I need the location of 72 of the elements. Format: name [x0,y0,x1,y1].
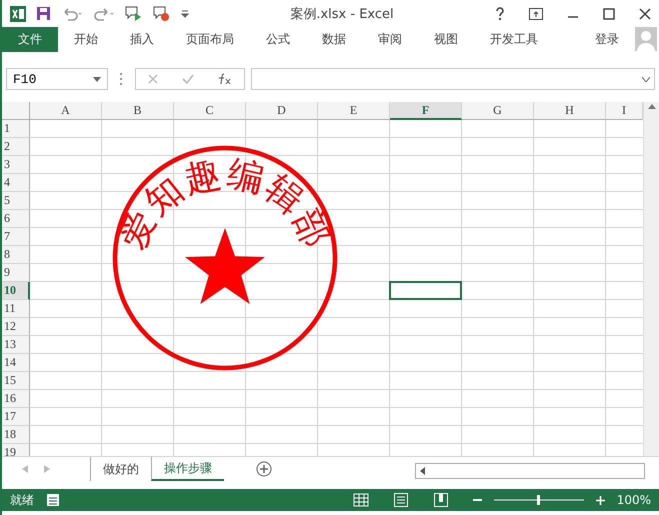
row-header[interactable]: 3 [2,156,30,174]
zoom-slider-icon[interactable] [494,495,584,505]
column-header[interactable]: C [174,102,246,120]
ribbon-tab[interactable]: 页面布局 [170,27,250,52]
vertical-scrollbar[interactable] [643,102,659,456]
excel-logo-icon[interactable] [10,6,26,22]
ribbon-tab[interactable]: 插入 [114,27,170,52]
ribbon-tab[interactable]: 公式 [250,27,306,52]
row-header[interactable]: 1 [2,120,30,138]
column-header[interactable]: G [462,102,534,120]
sheet-tab[interactable]: 操作步骤 [151,457,224,481]
formula-field[interactable] [251,68,655,90]
ribbon-tab[interactable]: 文件 [2,27,58,52]
sign-in-link[interactable]: 登录 [579,27,635,52]
scroll-up-icon[interactable] [648,104,656,109]
row-header[interactable]: 12 [2,318,30,336]
row-header[interactable]: 4 [2,174,30,192]
row-header[interactable]: 15 [2,372,30,390]
macro-record-icon[interactable] [46,493,60,507]
ribbon-display-icon[interactable] [529,8,543,20]
row-header[interactable]: 18 [2,426,30,444]
row-header[interactable]: 5 [2,192,30,210]
close-icon[interactable] [639,8,651,20]
zoom-level[interactable]: 100% [616,493,651,507]
save-icon[interactable] [36,6,51,21]
zoom-in-icon[interactable] [596,496,605,504]
row-header[interactable]: 14 [2,354,30,372]
column-header[interactable]: H [534,102,606,120]
dropdown-icon[interactable] [93,76,101,82]
redo-icon[interactable] [93,6,115,20]
grip-icon [120,73,123,85]
page-layout-icon[interactable] [392,493,409,507]
row-header[interactable]: 11 [2,300,30,318]
maximize-icon[interactable] [603,8,615,20]
delete-comment-icon[interactable] [153,6,171,22]
insert-function-icon[interactable] [218,73,232,85]
row-header[interactable]: 16 [2,390,30,408]
row-header[interactable]: 7 [2,228,30,246]
zoom-out-icon[interactable] [472,498,482,502]
scroll-left-icon[interactable] [420,467,425,475]
ribbon-tab[interactable]: 开始 [58,27,114,52]
row-header[interactable]: 9 [2,264,30,282]
ribbon-tab[interactable]: 开发工具 [474,27,554,52]
normal-view-icon[interactable] [352,493,369,507]
name-box[interactable]: F10 [6,68,108,90]
column-header[interactable]: A [30,102,102,120]
window-title: 案例.xlsx - Excel [289,6,395,22]
customize-dropdown-icon[interactable] [181,10,189,18]
column-header[interactable]: D [246,102,318,120]
row-header[interactable]: 6 [2,210,30,228]
ribbon-tab[interactable]: 数据 [306,27,362,52]
row-header[interactable]: 17 [2,408,30,426]
help-icon[interactable] [495,7,505,20]
selected-cell[interactable] [389,281,462,300]
ribbon-tab[interactable]: 审阅 [362,27,418,52]
row-header[interactable]: 13 [2,336,30,354]
column-header[interactable]: I [606,102,643,120]
column-header[interactable]: B [102,102,174,120]
horizontal-scrollbar[interactable] [415,463,645,479]
row-header[interactable]: 10 [2,282,30,300]
play-comment-icon[interactable] [125,6,143,22]
check-icon[interactable] [182,74,194,84]
row-header[interactable]: 19 [2,444,30,456]
add-sheet-icon[interactable] [256,461,272,477]
ribbon-tab[interactable]: 视图 [418,27,474,52]
column-header[interactable]: E [318,102,390,120]
status-text: 就绪 [10,492,34,508]
expand-icon[interactable] [642,76,650,82]
row-header[interactable]: 8 [2,246,30,264]
row-header[interactable]: 2 [2,138,30,156]
page-break-icon[interactable] [432,493,449,507]
column-header[interactable]: F [390,102,462,120]
